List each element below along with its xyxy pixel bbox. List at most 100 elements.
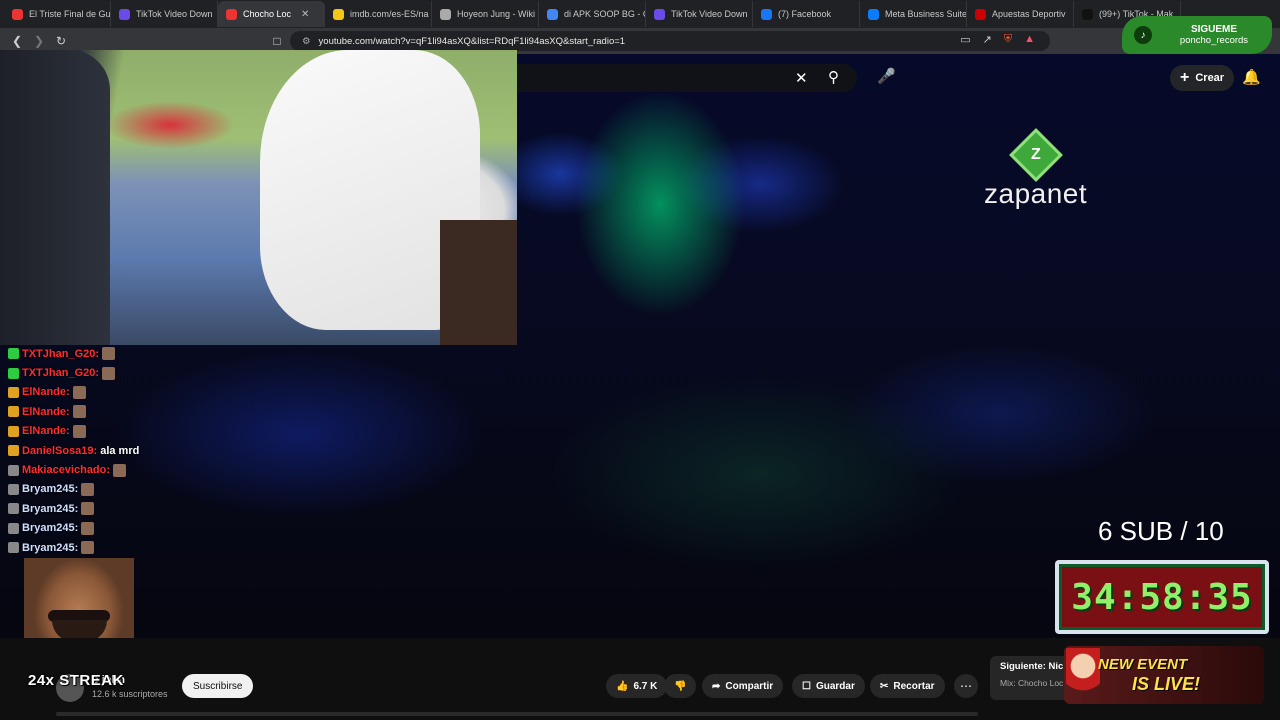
browser-tab[interactable]: Apuestas Deportiv [967,1,1074,27]
chat-message: ElNande: [8,383,208,402]
share-icon[interactable]: ↗ [983,33,992,46]
clip-button[interactable]: ✂ Recortar [870,674,945,698]
screen: El Triste Final de Gu TikTok Video Down Ch… [0,0,1280,720]
tab-label: Meta Business Suite [885,9,967,19]
like-count: 6.7 K [633,680,658,692]
chat-username: ElNande: [22,386,70,399]
subathon-timer: 34:58:35 [1055,560,1269,634]
chat-emote-icon [72,405,86,419]
back-icon[interactable]: ❮ [8,32,26,50]
favicon-icon [975,8,986,20]
brave-shield-icon[interactable]: ⛨ [1004,33,1012,46]
cast-icon[interactable]: ▭ [960,33,970,46]
like-button[interactable]: 👍 6.7 K [606,674,668,698]
zapanet-logo: Z [1008,128,1063,182]
notifications-icon[interactable]: 🔔 [1242,68,1261,86]
browser-tab[interactable]: di APK SOOP BG - G [539,1,646,27]
favicon-icon [761,8,772,20]
chat-username: ElNande: [22,405,70,418]
santa-icon [1066,648,1100,702]
tiktok-icon: ♪ [1134,26,1152,44]
plus-icon: + [1180,69,1190,86]
favicon-icon [440,8,451,20]
chat-emote-icon [72,424,86,438]
chat-badge-icon [8,406,19,418]
clip-label: Recortar [893,680,935,692]
more-options-icon[interactable]: ⋯ [954,674,978,698]
save-button[interactable]: ☐ Guardar [792,674,865,698]
subscribe-button[interactable]: Suscribirse [182,674,254,698]
new-event-banner: NEW EVENT IS LIVE! [1064,646,1264,704]
chat-emote-icon [81,521,95,535]
browser-tab[interactable]: imdb.com/es-ES/na [325,1,432,27]
chat-message: TXTJhan_G20: [8,344,208,363]
address-bar[interactable]: ⚙ youtube.com/watch?v=qF1li94asXQ&list=R… [290,31,1050,51]
create-label: Crear [1195,72,1225,84]
gaming-chair [0,50,110,345]
clear-search-icon[interactable]: ✕ [795,69,808,87]
chat-emote-icon [72,385,86,399]
reload-icon[interactable]: ↻ [52,32,70,50]
follow-badge: ♪ SIGUEME poncho_records [1122,16,1272,54]
scissors-icon: ✂ [880,680,889,692]
streak-counter: 24x STREAK [28,672,124,689]
chat-username: DanielSosa19: [22,444,98,457]
chat-badge-icon [8,503,19,515]
chat-username: TXTJhan_G20: [22,347,100,360]
chat-text: ala mrd [100,444,140,457]
chat-message: Bryam245: [8,499,208,518]
browser-tab[interactable]: TikTok Video Down [646,1,753,27]
chat-message: Bryam245: [8,538,208,557]
forward-icon[interactable]: ❯ [30,32,48,50]
microphone-icon[interactable]: 🎤 [877,67,896,85]
omnibox-actions: ▭ ↗ ⛨ ▲ [960,33,1035,46]
chat-emote-icon [113,463,127,477]
browser-tab[interactable]: Meta Business Suite [860,1,967,27]
browser-tab[interactable]: Hoyeon Jung - Wiki [432,1,539,27]
chat-badge-icon [8,386,19,398]
bookmark-icon[interactable]: □ [268,32,286,50]
create-button[interactable]: + Crear [1170,65,1235,91]
thumbs-down-icon: 👎 [674,680,687,692]
share-button[interactable]: ➦ Compartir [702,674,784,698]
browser-tab-strip: El Triste Final de Gu TikTok Video Down Ch… [0,0,1280,28]
chat-message: TXTJhan_G20: [8,363,208,382]
chat-badge-icon [8,367,19,379]
chat-username: Bryam245: [22,502,79,515]
chat-emote-icon [81,482,95,496]
rewards-icon[interactable]: ▲ [1024,33,1035,46]
browser-tab[interactable]: TikTok Video Down [111,1,218,27]
shoe-shelf [440,220,517,345]
dislike-button[interactable]: 👎 [664,674,697,698]
site-info-icon[interactable]: ⚙ [302,36,311,47]
browser-tab[interactable]: Chocho Loc ✕ [218,1,325,27]
browser-tab[interactable]: El Triste Final de Gu [4,1,111,27]
favicon-icon [119,8,130,20]
chat-badge-icon [8,425,19,437]
chat-message: Bryam245: [8,519,208,538]
tab-label: Chocho Loc [243,9,292,19]
favicon-icon [547,8,558,20]
close-tab-icon[interactable]: ✕ [301,9,309,20]
chat-username: ElNande: [22,425,70,438]
tab-label: TikTok Video Down [136,9,213,19]
chat-emote-icon [102,347,116,361]
chat-message: ElNande: [8,422,208,441]
search-icon[interactable]: ⚲ [828,68,839,86]
browser-tab[interactable]: (7) Facebook [753,1,860,27]
tab-label: (7) Facebook [778,9,832,19]
progress-bar[interactable] [56,712,978,716]
chat-emote-icon [81,541,95,555]
zapanet-watermark: Z zapanet [984,128,1087,210]
tab-label: imdb.com/es-ES/na [350,9,429,19]
chat-badge-icon [8,483,19,495]
chat-username: Bryam245: [22,483,79,496]
favicon-icon [333,8,344,20]
tab-label: Hoyeon Jung - Wiki [457,9,536,19]
event-line-1: NEW EVENT [1098,656,1188,673]
chat-badge-icon [8,348,19,360]
thumbs-up-icon: 👍 [616,680,629,692]
youtube-search-row: ✕ ⚲ 🎤 + Crear 🔔 [517,62,1280,96]
chat-message: Bryam245: [8,480,208,499]
tab-label: TikTok Video Down [671,9,748,19]
